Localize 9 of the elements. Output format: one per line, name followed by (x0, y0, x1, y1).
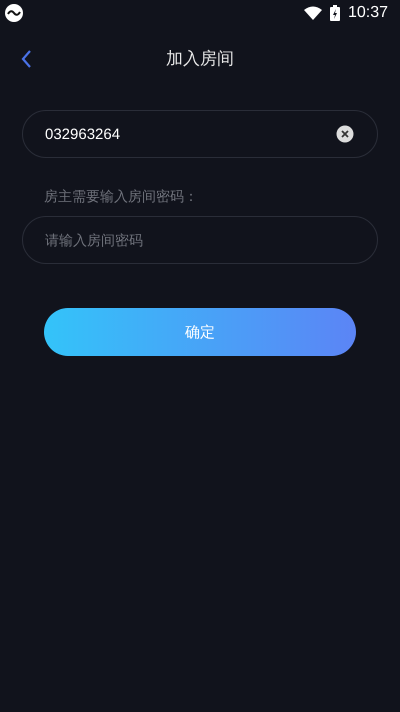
app-notification-icon (4, 3, 24, 23)
password-label: 房主需要输入房间密码： (44, 188, 199, 206)
clear-icon[interactable] (336, 125, 354, 143)
wifi-icon (304, 6, 322, 20)
page-title: 加入房间 (166, 48, 234, 70)
password-field[interactable]: 请输入房间密码 (22, 216, 378, 264)
clock-time: 10:37 (348, 4, 388, 22)
battery-icon (330, 5, 340, 21)
room-number-field[interactable]: 032963264 (22, 110, 378, 158)
